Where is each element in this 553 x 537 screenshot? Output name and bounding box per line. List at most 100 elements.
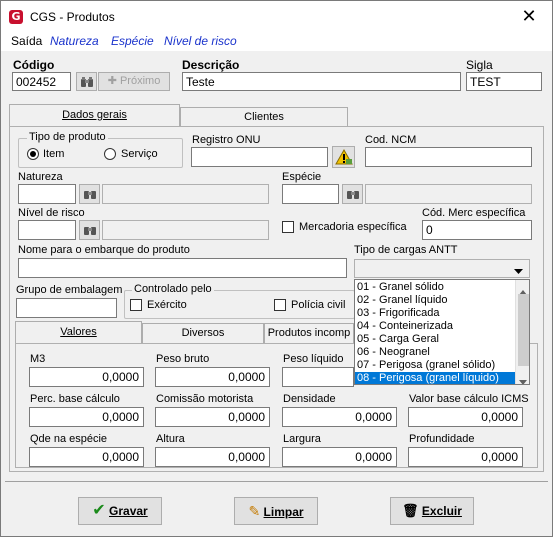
tab-valores[interactable]: Valores — [15, 321, 142, 344]
cargas-option[interactable]: 03 - Frigorificada — [355, 307, 515, 320]
nome-embarque-input[interactable] — [18, 258, 347, 278]
cargas-option[interactable]: 01 - Granel sólido — [355, 281, 515, 294]
cargas-option[interactable]: 04 - Conteinerizada — [355, 320, 515, 333]
especie-code-input[interactable] — [282, 184, 339, 204]
footer-separator — [5, 481, 548, 482]
servico-radio[interactable] — [104, 148, 116, 160]
binoculars-icon — [83, 191, 96, 199]
valor-base-icms-input[interactable]: 0,0000 — [408, 407, 523, 427]
natureza-code-input[interactable] — [18, 184, 76, 204]
natureza-label: Natureza — [18, 171, 63, 183]
nivel-risco-desc-input — [102, 220, 269, 240]
nivel-risco-search-button[interactable] — [79, 220, 100, 240]
tab-produtos-incomp[interactable]: Produtos incomp — [264, 323, 354, 343]
especie-search-button[interactable] — [342, 184, 363, 204]
comissao-input[interactable]: 0,0000 — [155, 407, 270, 427]
descricao-input[interactable]: Teste — [182, 72, 461, 91]
cod-merc-input[interactable]: 0 — [422, 220, 532, 240]
largura-label: Largura — [283, 433, 321, 445]
eraser-icon: ✎ — [248, 503, 261, 519]
mercadoria-especifica-checkbox[interactable] — [282, 221, 294, 233]
mercadoria-especifica-label: Mercadoria específica — [299, 221, 407, 233]
largura-input[interactable]: 0,0000 — [282, 447, 397, 467]
tab-clientes[interactable]: Clientes — [180, 107, 348, 127]
registro-onu-input[interactable] — [191, 147, 328, 167]
profundidade-input[interactable]: 0,0000 — [408, 447, 523, 467]
policia-civil-label: Polícia civil — [291, 299, 346, 311]
menu-bar: Saída Natureza Espécie Nível de risco — [1, 32, 552, 51]
proximo-label: Próximo — [119, 75, 161, 87]
grupo-embalagem-label: Grupo de embalagem — [16, 284, 123, 296]
produtos-window: G CGS - Produtos ✕ Saída Natureza Espéci… — [0, 0, 553, 537]
codigo-label: Código — [13, 58, 55, 72]
servico-label: Serviço — [121, 148, 158, 160]
sigla-input[interactable]: TEST — [466, 72, 542, 91]
gravar-button[interactable]: ✔ Gravar — [78, 497, 162, 525]
peso-bruto-input[interactable]: 0,0000 — [155, 367, 270, 387]
codigo-input[interactable]: 002452 — [12, 72, 71, 91]
close-button[interactable]: ✕ — [506, 1, 552, 32]
altura-input[interactable]: 0,0000 — [155, 447, 270, 467]
cargas-option-selected[interactable]: 08 - Perigosa (granel líquido) — [355, 372, 515, 384]
nome-embarque-label: Nome para o embarque do produto — [18, 244, 190, 256]
warning-lookup-button[interactable] — [332, 146, 355, 168]
proximo-button[interactable]: ✚ Próximo — [98, 72, 170, 91]
title-bar: G CGS - Produtos ✕ — [1, 1, 552, 32]
window-title: CGS - Produtos — [30, 10, 115, 24]
nivel-risco-code-input[interactable] — [18, 220, 76, 240]
comissao-label: Comissão motorista — [156, 393, 254, 405]
natureza-search-button[interactable] — [79, 184, 100, 204]
peso-liquido-label: Peso líquido — [283, 353, 344, 365]
cod-merc-label: Cód. Merc específica — [422, 207, 526, 219]
dropdown-scrollbar[interactable] — [515, 280, 529, 384]
warning-icon — [334, 148, 353, 165]
nivel-risco-label: Nível de risco — [18, 207, 85, 219]
item-radio[interactable] — [27, 148, 39, 160]
registro-onu-label: Registro ONU — [192, 134, 261, 146]
binoculars-search-button[interactable] — [76, 72, 97, 91]
plus-icon: ✚ — [107, 75, 117, 87]
tipo-cargas-dropdown[interactable]: 01 - Granel sólido 02 - Granel líquido 0… — [354, 279, 530, 385]
menu-especie[interactable]: Espécie — [111, 34, 154, 48]
perc-base-input[interactable]: 0,0000 — [29, 407, 144, 427]
grupo-embalagem-input[interactable] — [16, 298, 117, 318]
menu-nivel-risco[interactable]: Nível de risco — [164, 34, 237, 48]
exercito-label: Exército — [147, 299, 187, 311]
cod-ncm-label: Cod. NCM — [365, 134, 417, 146]
qde-especie-label: Qde na espécie — [30, 433, 108, 445]
especie-desc-input — [365, 184, 532, 204]
tipo-cargas-select[interactable] — [354, 259, 530, 278]
trash-icon: 🗑 — [402, 503, 419, 518]
tipo-produto-title: Tipo de produto — [27, 131, 108, 143]
limpar-label: Limpar — [263, 505, 304, 519]
tipo-cargas-label: Tipo de cargas ANTT — [354, 244, 458, 256]
scroll-down-icon[interactable] — [519, 374, 527, 384]
perc-base-label: Perc. base cálculo — [30, 393, 120, 405]
excluir-button[interactable]: 🗑 Excluir — [390, 497, 474, 525]
menu-saida[interactable]: Saída — [11, 34, 42, 48]
cargas-option[interactable]: 07 - Perigosa (granel sólido) — [355, 359, 515, 372]
peso-liquido-input[interactable] — [282, 367, 354, 387]
m3-input[interactable]: 0,0000 — [29, 367, 144, 387]
cargas-option[interactable]: 02 - Granel líquido — [355, 294, 515, 307]
qde-especie-input[interactable]: 0,0000 — [29, 447, 144, 467]
cod-ncm-input[interactable] — [365, 147, 532, 167]
tab-valores-label: Valores — [60, 326, 97, 338]
densidade-input[interactable]: 0,0000 — [282, 407, 397, 427]
exercito-checkbox[interactable] — [130, 299, 142, 311]
descricao-label: Descrição — [182, 58, 240, 72]
policia-civil-checkbox[interactable] — [274, 299, 286, 311]
tab-dados-gerais-label: Dados gerais — [62, 109, 127, 121]
altura-label: Altura — [156, 433, 185, 445]
excluir-label: Excluir — [421, 504, 462, 518]
tab-diversos[interactable]: Diversos — [142, 323, 264, 343]
m3-label: M3 — [30, 353, 46, 365]
tab-dados-gerais[interactable]: Dados gerais — [9, 104, 180, 127]
cargas-option[interactable]: 06 - Neogranel — [355, 346, 515, 359]
limpar-button[interactable]: ✎ Limpar — [234, 497, 318, 525]
menu-natureza[interactable]: Natureza — [50, 34, 99, 48]
cargas-option[interactable]: 05 - Carga Geral — [355, 333, 515, 346]
binoculars-icon — [346, 191, 359, 199]
app-logo-icon: G — [9, 10, 23, 24]
scroll-thumb[interactable] — [518, 294, 529, 366]
